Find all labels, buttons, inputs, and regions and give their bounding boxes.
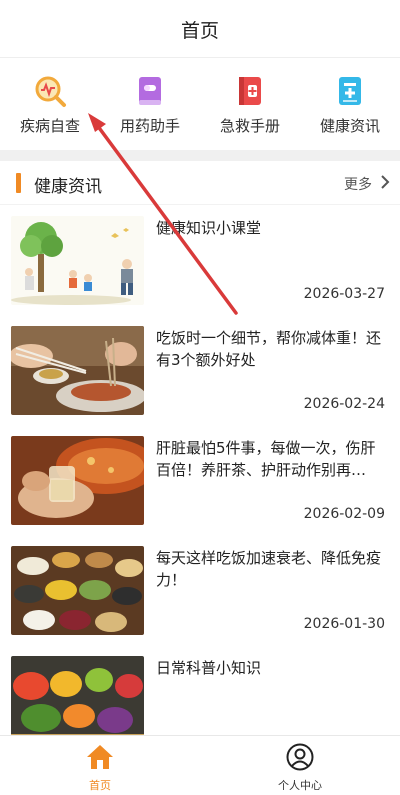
section-divider (0, 150, 400, 161)
chopsticks-meal-photo (11, 326, 144, 415)
news-item[interactable]: 吃饭时一个细节，帮你减体重！还有3个额外好处 2026-02-24 (0, 315, 400, 425)
quick-action-label: 健康资讯 (319, 117, 380, 135)
news-thumbnail (11, 326, 144, 415)
quick-actions: 疾病自查 用药助手 急救手册 健康资讯 (0, 58, 400, 150)
quick-action-disease-self-check[interactable]: 疾病自查 (0, 58, 100, 150)
health-news-section-header: 健康资讯 更多 (0, 161, 400, 205)
grains-and-beans-photo (11, 546, 144, 635)
quick-action-label: 急救手册 (219, 117, 280, 135)
section-accent-bar (16, 173, 21, 193)
news-item[interactable]: 肝脏最怕5件事，每做一次，伤肝百倍！养肝茶、护肝动作别再… 2026-02-09 (0, 425, 400, 535)
news-title: 每天这样吃饭加速衰老、降低免疫力！ (156, 549, 382, 589)
news-item[interactable]: 每天这样吃饭加速衰老、降低免疫力！ 2026-01-30 (0, 535, 400, 645)
news-date: 2026-01-30 (303, 616, 385, 632)
more-link[interactable]: 更多 (344, 174, 372, 194)
health-document-icon (339, 77, 361, 105)
news-date: 2026-02-09 (303, 506, 385, 522)
fruits-vegetables-photo (11, 656, 144, 735)
tab-personal-center[interactable]: 个人中心 (200, 736, 400, 795)
medicine-book-icon (139, 77, 161, 105)
chevron-right-icon[interactable] (380, 175, 390, 189)
news-date: 2026-02-24 (303, 396, 385, 412)
news-list: 健康知识小课堂 2026-03-27 吃饭时一个细节，帮你减体重！还有3个额外好… (0, 205, 400, 735)
bottom-tab-bar: 首页 个人中心 (0, 735, 400, 795)
news-title: 健康知识小课堂 (156, 219, 262, 237)
top-nav-bar: 首页 (0, 0, 400, 58)
news-item[interactable]: 日常科普小知识 (0, 645, 400, 735)
first-aid-book-icon (239, 77, 261, 105)
news-title: 吃饭时一个细节，帮你减体重！还有3个额外好处 (156, 329, 382, 369)
news-title: 日常科普小知识 (156, 659, 262, 677)
quick-action-label: 疾病自查 (19, 117, 80, 135)
page-title: 首页 (180, 20, 219, 42)
news-item[interactable]: 健康知识小课堂 2026-03-27 (0, 205, 400, 315)
heart-search-icon (35, 76, 66, 107)
news-date: 2026-03-27 (303, 286, 385, 302)
tab-label: 个人中心 (278, 779, 322, 792)
quick-action-health-news[interactable]: 健康资讯 (300, 58, 400, 150)
tab-label: 首页 (89, 779, 111, 792)
home-icon (87, 745, 113, 769)
quick-action-medication-assistant[interactable]: 用药助手 (100, 58, 200, 150)
news-thumbnail (11, 216, 144, 305)
news-thumbnail (11, 546, 144, 635)
news-title: 肝脏最怕5件事，每做一次，伤肝百倍！养肝茶、护肝动作别再… (156, 439, 376, 479)
quick-action-label: 用药助手 (119, 117, 180, 135)
news-thumbnail (11, 656, 144, 735)
user-profile-icon (286, 743, 314, 771)
section-title: 健康资讯 (34, 177, 102, 197)
quick-action-first-aid-manual[interactable]: 急救手册 (200, 58, 300, 150)
tab-home[interactable]: 首页 (0, 736, 200, 795)
family-exercising-illustration (11, 216, 144, 305)
news-thumbnail (11, 436, 144, 525)
liquor-glass-hotpot-photo (11, 436, 144, 525)
